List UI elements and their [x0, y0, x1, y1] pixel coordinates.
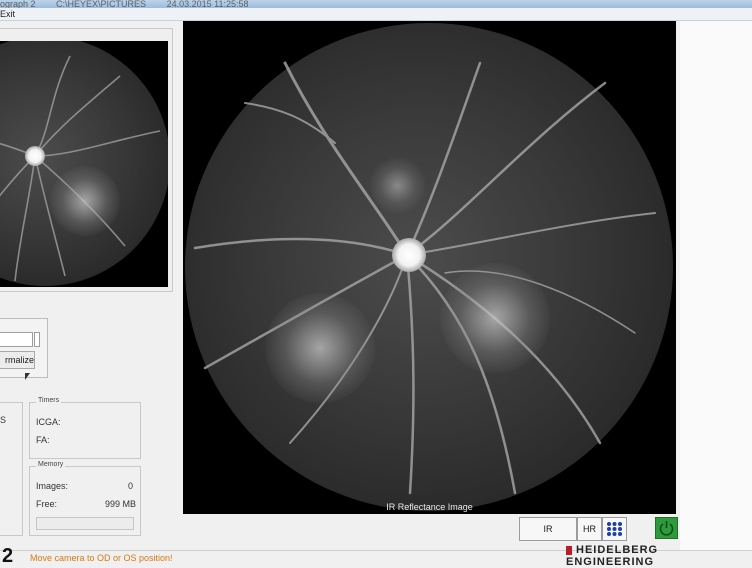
thumbnail-image[interactable] [0, 41, 168, 287]
logo-accent-bar [566, 546, 572, 555]
left-frame-letter: S [0, 415, 7, 425]
fundus-image [185, 23, 673, 511]
memory-group: Memory Images: 0 Free: 999 MB [29, 461, 141, 536]
grid-icon [607, 522, 622, 536]
menu-bar: Exit [0, 8, 752, 21]
mouse-cursor [25, 373, 30, 380]
left-options-frame: S [0, 402, 23, 536]
thumbnail-glow [50, 166, 120, 236]
timers-title: Timers [36, 397, 62, 404]
power-button[interactable] [655, 517, 678, 539]
fundus-glow-top [370, 158, 425, 213]
optic-disc [392, 238, 426, 272]
logo-line2: ENGINEERING [566, 556, 655, 568]
thumbnail-optic-disc [25, 146, 45, 166]
thumbnail-fundus [0, 41, 168, 286]
fundus-vessels [193, 61, 656, 495]
window-title-part: ograph 2 [0, 0, 36, 8]
fa-label: FA: [36, 435, 50, 445]
window-title-date: 24.03.2015 11:25:58 [166, 0, 249, 8]
normalize-value-field[interactable] [0, 332, 33, 347]
fundus-glow-right [440, 263, 550, 373]
power-icon [659, 521, 674, 536]
timers-group: Timers ICGA: FA: [29, 397, 141, 459]
memory-title: Memory [36, 461, 66, 468]
window-titlebar: ograph 2 C:\HEYEX\PICTURES 24.03.2015 11… [0, 0, 752, 8]
grid-button[interactable] [602, 517, 627, 541]
memory-progress-bar [36, 517, 134, 530]
menu-exit[interactable]: Exit [0, 8, 15, 20]
right-pane [680, 21, 752, 564]
normalize-button[interactable]: rmalize [0, 351, 35, 369]
fundus-glow-left [265, 293, 375, 403]
ir-button[interactable]: IR [519, 517, 577, 541]
images-label: Images: [36, 481, 69, 491]
thumbnail-vessels [0, 55, 161, 282]
icga-label: ICGA: [36, 417, 61, 427]
logo-line1: HEIDELBERG [576, 544, 659, 556]
main-fundus-view[interactable]: IR Reflectance Image [183, 21, 676, 514]
status-number: 2 [2, 545, 14, 567]
hr-button[interactable]: HR [577, 517, 602, 541]
image-caption: IR Reflectance Image [386, 502, 473, 512]
normalize-spin[interactable] [34, 332, 40, 347]
images-value: 0 [128, 481, 134, 491]
free-label: Free: [36, 499, 58, 509]
status-message: Move camera to OD or OS position! [30, 553, 173, 563]
thumbnail-panel [0, 28, 173, 292]
window-title-path: C:\HEYEX\PICTURES [56, 0, 147, 8]
normalize-panel: rmalize [0, 318, 48, 378]
free-value: 999 MB [105, 499, 137, 509]
